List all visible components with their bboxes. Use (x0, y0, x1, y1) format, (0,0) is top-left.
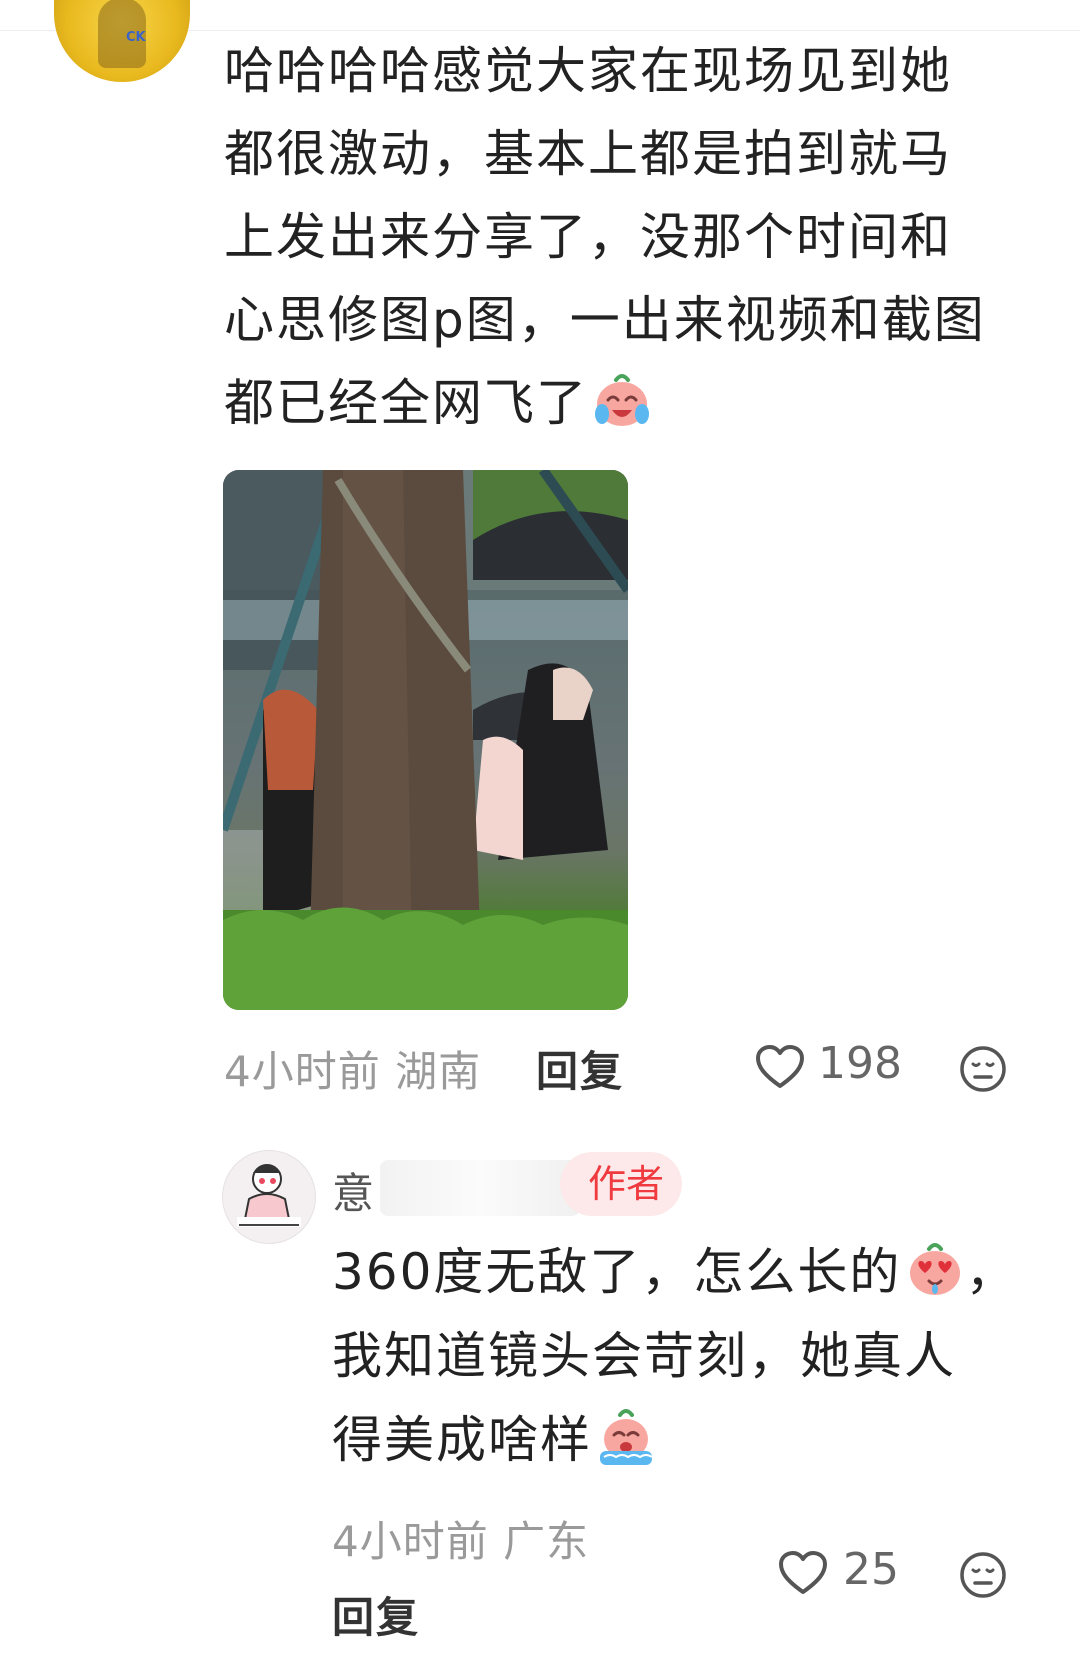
dislike-face-icon[interactable] (958, 1550, 1008, 1600)
author-badge: 作者 (560, 1152, 683, 1216)
username-blur (380, 1160, 580, 1216)
comment-time: 4小时前 (332, 1517, 489, 1566)
comment-location: 广东 (503, 1517, 590, 1566)
avatar-illustration (237, 1164, 301, 1227)
crying-laughing-emoji-icon (595, 374, 649, 426)
reply-text: 360度无敌了，怎么长的 ， 我知道镜头会苛刻，她真人 得美成啥样 (332, 1230, 1032, 1482)
like-heart-icon[interactable] (755, 1044, 805, 1090)
comment-line: 得美成啥样 (332, 1398, 1032, 1482)
reply-button[interactable]: 回复 (332, 1584, 420, 1645)
comment-line: 心思修图p图，一出来视频和截图 (224, 291, 986, 349)
like-count: 25 (843, 1544, 899, 1595)
reply-button[interactable]: 回复 (536, 1038, 624, 1099)
comment-line: 哈哈哈哈感觉大家在现场见到她 (224, 42, 952, 100)
comment-photo[interactable] (223, 470, 628, 1010)
author-username[interactable]: 意 (332, 1160, 374, 1221)
comment-line: 我知道镜头会苛刻，她真人 (332, 1327, 956, 1385)
comment-meta: 4小时前 湖南 (224, 1038, 481, 1099)
photo-scene (223, 470, 628, 1010)
comment-text: 哈哈哈哈感觉大家在现场见到她 都很激动，基本上都是拍到就马 上发出来分享了，没那… (224, 30, 1024, 445)
author-avatar[interactable] (222, 1150, 316, 1244)
comment-line: 都已经全网飞了 (224, 362, 1024, 445)
reply-meta: 4小时前 广东 (332, 1508, 589, 1569)
loud-crying-emoji-icon (600, 1409, 653, 1465)
commenter-avatar[interactable]: CK (54, 0, 190, 82)
comment-time: 4小时前 (224, 1047, 381, 1096)
comment-line: 都很激动，基本上都是拍到就马 (224, 125, 952, 183)
like-count: 198 (818, 1038, 902, 1089)
comment-line: 360度无敌了，怎么长的 ， (332, 1230, 1032, 1314)
avatar-shirt-text: CK (126, 30, 146, 45)
comment-location: 湖南 (395, 1047, 482, 1096)
like-heart-icon[interactable] (778, 1550, 828, 1596)
dislike-face-icon[interactable] (958, 1044, 1008, 1094)
comment-line: 上发出来分享了，没那个时间和 (224, 208, 952, 266)
heart-eyes-emoji-icon (910, 1243, 961, 1295)
